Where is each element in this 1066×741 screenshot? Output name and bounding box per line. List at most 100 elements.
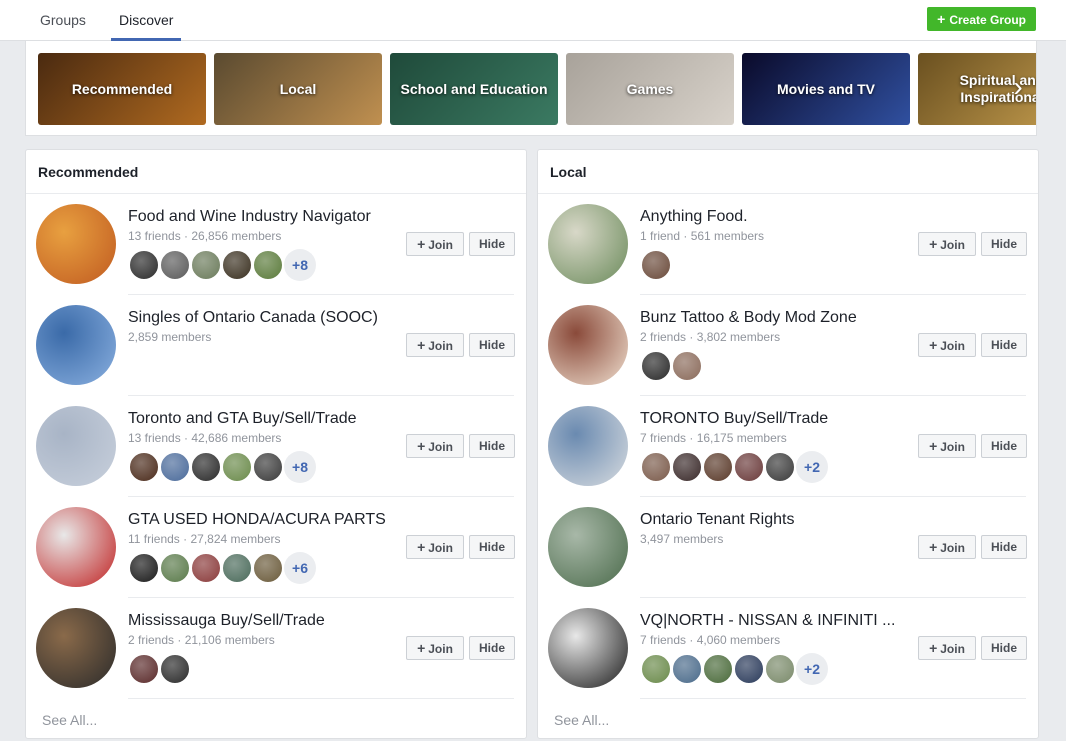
avatar[interactable] (671, 451, 703, 483)
avatar[interactable] (733, 451, 765, 483)
avatar[interactable] (159, 451, 191, 483)
hide-button[interactable]: Hide (469, 636, 515, 660)
group-photo[interactable] (548, 608, 628, 688)
hide-button[interactable]: Hide (981, 535, 1027, 559)
avatar[interactable] (640, 249, 672, 281)
create-group-button[interactable]: + Create Group (927, 7, 1036, 31)
avatar[interactable] (128, 653, 160, 685)
avatar[interactable] (252, 552, 284, 584)
avatar[interactable] (252, 451, 284, 483)
category-school-and-education[interactable]: School and Education (390, 53, 558, 125)
avatar[interactable] (702, 451, 734, 483)
category-label: School and Education (400, 80, 548, 97)
group-meta: 7 friends · 16,175 members (640, 431, 787, 445)
category-label: Local (279, 80, 317, 97)
group-photo[interactable] (548, 305, 628, 385)
join-button[interactable]: + Join (406, 535, 464, 559)
see-all-link[interactable]: See All... (554, 712, 609, 728)
hide-button[interactable]: Hide (981, 434, 1027, 458)
group-name[interactable]: VQ|NORTH - NISSAN & INFINITI ... (640, 612, 895, 630)
more-friends-count[interactable]: +8 (284, 249, 316, 281)
avatar[interactable] (764, 451, 796, 483)
group-row: Ontario Tenant Rights 3,497 members + Join H… (538, 497, 1038, 598)
join-button[interactable]: + Join (918, 232, 976, 256)
avatar[interactable] (128, 552, 160, 584)
category-carousel: Recommended Local School and Education Game… (25, 41, 1037, 136)
group-photo[interactable] (548, 507, 628, 587)
chevron-right-icon[interactable]: › (1006, 71, 1030, 105)
avatar[interactable] (128, 249, 160, 281)
avatar[interactable] (159, 249, 191, 281)
more-friends-count[interactable]: +6 (284, 552, 316, 584)
more-friends-count[interactable]: +2 (796, 451, 828, 483)
avatar[interactable] (221, 249, 253, 281)
more-friends-count[interactable]: +2 (796, 653, 828, 685)
friend-facepile (640, 249, 672, 281)
join-button[interactable]: + Join (918, 434, 976, 458)
avatar[interactable] (159, 653, 191, 685)
group-name[interactable]: Ontario Tenant Rights (640, 511, 794, 529)
avatar[interactable] (671, 653, 703, 685)
hide-button[interactable]: Hide (981, 232, 1027, 256)
category-label: Games (626, 80, 674, 97)
hide-button[interactable]: Hide (469, 333, 515, 357)
hide-button[interactable]: Hide (981, 333, 1027, 357)
join-button[interactable]: + Join (406, 636, 464, 660)
plus-icon: + (417, 337, 426, 353)
join-button[interactable]: + Join (406, 232, 464, 256)
group-name[interactable]: TORONTO Buy/Sell/Trade (640, 410, 828, 428)
avatar[interactable] (128, 451, 160, 483)
avatar[interactable] (702, 653, 734, 685)
join-button[interactable]: + Join (918, 333, 976, 357)
hide-button[interactable]: Hide (469, 434, 515, 458)
avatar[interactable] (190, 451, 222, 483)
avatar[interactable] (764, 653, 796, 685)
avatar[interactable] (640, 653, 672, 685)
group-row: Toronto and GTA Buy/Sell/Trade 13 friends… (26, 396, 526, 497)
group-photo[interactable] (36, 305, 116, 385)
avatar[interactable] (252, 249, 284, 281)
group-photo[interactable] (36, 608, 116, 688)
group-name[interactable]: Anything Food. (640, 208, 748, 226)
avatar[interactable] (221, 451, 253, 483)
join-button[interactable]: + Join (918, 535, 976, 559)
avatar[interactable] (221, 552, 253, 584)
friend-facepile: +8 (128, 451, 316, 483)
group-photo[interactable] (548, 204, 628, 284)
divider (128, 698, 514, 699)
avatar[interactable] (640, 451, 672, 483)
group-photo[interactable] (36, 406, 116, 486)
hide-button[interactable]: Hide (469, 232, 515, 256)
group-name[interactable]: Mississauga Buy/Sell/Trade (128, 612, 325, 630)
see-all-link[interactable]: See All... (42, 712, 97, 728)
avatar[interactable] (190, 552, 222, 584)
group-name[interactable]: Bunz Tattoo & Body Mod Zone (640, 309, 857, 327)
join-button[interactable]: + Join (918, 636, 976, 660)
hide-button[interactable]: Hide (981, 636, 1027, 660)
group-row: Food and Wine Industry Navigator 13 frien… (26, 194, 526, 295)
join-label: Join (428, 339, 453, 353)
avatar[interactable] (159, 552, 191, 584)
avatar[interactable] (640, 350, 672, 382)
group-name[interactable]: GTA USED HONDA/ACURA PARTS (128, 511, 386, 529)
group-name[interactable]: Food and Wine Industry Navigator (128, 208, 371, 226)
category-movies-and-tv[interactable]: Movies and TV (742, 53, 910, 125)
hide-button[interactable]: Hide (469, 535, 515, 559)
tab-groups[interactable]: Groups (40, 0, 86, 41)
avatar[interactable] (733, 653, 765, 685)
category-local[interactable]: Local (214, 53, 382, 125)
group-photo[interactable] (36, 204, 116, 284)
group-photo[interactable] (548, 406, 628, 486)
join-button[interactable]: + Join (406, 333, 464, 357)
group-name[interactable]: Singles of Ontario Canada (SOOC) (128, 309, 378, 327)
category-games[interactable]: Games (566, 53, 734, 125)
join-button[interactable]: + Join (406, 434, 464, 458)
more-friends-count[interactable]: +8 (284, 451, 316, 483)
tab-discover[interactable]: Discover (111, 0, 182, 41)
avatar[interactable] (190, 249, 222, 281)
join-label: Join (428, 440, 453, 454)
avatar[interactable] (671, 350, 703, 382)
category-recommended[interactable]: Recommended (38, 53, 206, 125)
group-photo[interactable] (36, 507, 116, 587)
group-name[interactable]: Toronto and GTA Buy/Sell/Trade (128, 410, 357, 428)
